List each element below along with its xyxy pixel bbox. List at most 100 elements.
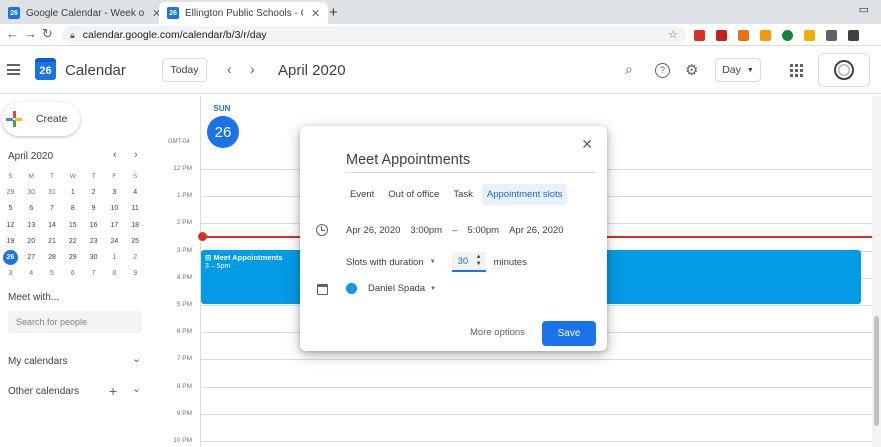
calendar-owner-dropdown[interactable]: Daniel Spada ▼ bbox=[346, 283, 436, 294]
hour-label: 5 PM bbox=[176, 301, 192, 308]
mini-day-cell[interactable]: 17 bbox=[104, 222, 125, 229]
mini-day-cell[interactable]: 29 bbox=[0, 189, 21, 196]
mini-day-cell[interactable]: 27 bbox=[21, 254, 42, 261]
previous-period-icon[interactable]: ‹ bbox=[227, 61, 232, 77]
mini-day-cell[interactable]: 11 bbox=[125, 205, 146, 212]
duration-stepper[interactable]: 30 ▲ ▼ bbox=[451, 252, 486, 272]
extension-icon[interactable] bbox=[826, 30, 837, 41]
mini-prev-month-icon[interactable]: ‹ bbox=[113, 149, 117, 161]
extension-icon[interactable] bbox=[848, 30, 859, 41]
mini-day-cell[interactable]: 1 bbox=[62, 189, 83, 196]
end-date[interactable]: Apr 26, 2020 bbox=[509, 225, 563, 236]
mini-day-cell[interactable]: 21 bbox=[42, 238, 63, 245]
mini-day-cell[interactable]: 10 bbox=[104, 205, 125, 212]
scrollbar-thumb[interactable] bbox=[874, 316, 879, 426]
expand-chevron-icon[interactable]: ⌄ bbox=[132, 382, 141, 395]
settings-gear-icon[interactable]: ⚙ bbox=[685, 61, 698, 79]
mini-next-month-icon[interactable]: › bbox=[134, 149, 138, 161]
mini-day-cell[interactable]: 14 bbox=[42, 222, 63, 229]
main-menu-icon[interactable] bbox=[7, 64, 20, 75]
add-calendar-icon[interactable]: + bbox=[109, 383, 117, 399]
extension-icon[interactable] bbox=[694, 30, 705, 41]
mini-day-cell[interactable]: 23 bbox=[83, 238, 104, 245]
tab-out-of-office[interactable]: Out of office bbox=[383, 184, 444, 205]
extension-icon[interactable] bbox=[738, 30, 749, 41]
slot-mode-dropdown[interactable]: Slots with duration ▼ bbox=[346, 257, 436, 268]
account-avatar[interactable] bbox=[818, 53, 870, 87]
mini-day-cell[interactable]: 3 bbox=[104, 189, 125, 196]
search-people-input[interactable]: Search for people bbox=[8, 311, 142, 333]
mini-day-cell[interactable]: 30 bbox=[83, 254, 104, 261]
mini-day-cell[interactable]: 13 bbox=[21, 222, 42, 229]
today-button[interactable]: Today bbox=[162, 58, 207, 82]
mini-day-cell[interactable]: 20 bbox=[21, 238, 42, 245]
reload-icon[interactable]: ↻ bbox=[42, 26, 53, 42]
extension-icon[interactable] bbox=[760, 30, 771, 41]
tab-event[interactable]: Event bbox=[345, 184, 379, 205]
mini-day-cell[interactable]: 7 bbox=[42, 205, 63, 212]
mini-day-cell[interactable]: 18 bbox=[125, 222, 146, 229]
mini-day-cell[interactable]: 28 bbox=[42, 254, 63, 261]
next-period-icon[interactable]: › bbox=[250, 61, 255, 77]
tab-appointment-slots[interactable]: Appointment slots bbox=[481, 184, 568, 205]
mini-day-cell[interactable]: 31 bbox=[42, 189, 63, 196]
stepper-arrows-icon[interactable]: ▲ ▼ bbox=[476, 254, 482, 268]
new-tab-icon[interactable]: + bbox=[329, 4, 338, 21]
tab-task[interactable]: Task bbox=[448, 184, 478, 205]
mini-day-cell[interactable]: 7 bbox=[83, 270, 104, 277]
mini-day-cell[interactable]: 4 bbox=[125, 189, 146, 196]
mini-day-cell[interactable]: 12 bbox=[0, 222, 21, 229]
url-field[interactable]: 🔒︎ calendar.google.com/calendar/b/3/r/da… bbox=[62, 26, 686, 44]
more-options-button[interactable]: More options bbox=[470, 327, 525, 338]
bookmark-star-icon[interactable]: ☆ bbox=[668, 28, 678, 41]
end-time[interactable]: 5:00pm bbox=[467, 225, 499, 236]
mini-day-cell[interactable]: 5 bbox=[0, 205, 21, 212]
mini-day-cell[interactable]: 8 bbox=[62, 205, 83, 212]
mini-day-cell[interactable]: 6 bbox=[21, 205, 42, 212]
my-calendars-heading[interactable]: My calendars bbox=[8, 356, 67, 367]
browser-tab-google-calendar[interactable]: 26 Google Calendar - Week of April ✕ bbox=[0, 2, 169, 24]
extension-icon[interactable] bbox=[782, 30, 793, 41]
help-icon[interactable]: ? bbox=[655, 63, 670, 78]
mini-day-cell[interactable]: 2 bbox=[125, 254, 146, 261]
mini-day-cell[interactable]: 8 bbox=[104, 270, 125, 277]
view-switcher-button[interactable]: Day ▼ bbox=[715, 58, 761, 82]
mini-day-cell[interactable]: 25 bbox=[125, 238, 146, 245]
event-title-input[interactable]: Meet Appointments bbox=[346, 152, 596, 173]
start-date[interactable]: Apr 26, 2020 bbox=[346, 225, 400, 236]
mini-day-cell[interactable]: 9 bbox=[125, 270, 146, 277]
mini-day-cell-selected[interactable]: 26 bbox=[0, 250, 21, 266]
back-arrow-icon[interactable]: ← bbox=[6, 26, 19, 41]
minimize-window-icon[interactable]: ▭ bbox=[859, 3, 869, 16]
mini-day-cell[interactable]: 30 bbox=[21, 189, 42, 196]
day-number[interactable]: 26 bbox=[207, 116, 239, 148]
close-tab-icon[interactable]: ✕ bbox=[311, 7, 320, 20]
mini-day-cell[interactable]: 19 bbox=[0, 238, 21, 245]
mini-day-cell[interactable]: 29 bbox=[62, 254, 83, 261]
google-apps-icon[interactable] bbox=[790, 64, 803, 77]
mini-day-cell[interactable]: 15 bbox=[62, 222, 83, 229]
mini-day-cell[interactable]: 9 bbox=[83, 205, 104, 212]
browser-tab-ellington[interactable]: 26 Ellington Public Schools - Calendar ✕ bbox=[159, 2, 329, 24]
mini-day-cell[interactable]: 24 bbox=[104, 238, 125, 245]
mini-day-cell[interactable]: 4 bbox=[21, 270, 42, 277]
forward-arrow-icon[interactable]: → bbox=[24, 26, 37, 41]
mini-day-cell[interactable]: 6 bbox=[62, 270, 83, 277]
save-button[interactable]: Save bbox=[542, 321, 596, 346]
extension-icon[interactable] bbox=[804, 30, 815, 41]
mini-day-cell[interactable]: 3 bbox=[0, 270, 21, 277]
tab-title: Ellington Public Schools - Calendar bbox=[185, 7, 303, 19]
expand-chevron-icon[interactable]: ⌄ bbox=[132, 352, 141, 365]
mini-day-cell[interactable]: 2 bbox=[83, 189, 104, 196]
mini-day-cell[interactable]: 22 bbox=[62, 238, 83, 245]
close-icon[interactable]: ✕ bbox=[581, 136, 593, 153]
start-time[interactable]: 3:00pm bbox=[410, 225, 442, 236]
mini-day-cell[interactable]: 1 bbox=[104, 254, 125, 261]
mini-day-cell[interactable]: 16 bbox=[83, 222, 104, 229]
other-calendars-heading[interactable]: Other calendars bbox=[8, 386, 79, 397]
search-icon[interactable]: ⌕ bbox=[625, 61, 633, 78]
extension-icon[interactable] bbox=[716, 30, 727, 41]
create-button[interactable]: Create bbox=[2, 102, 80, 136]
grid-scrollbar[interactable] bbox=[872, 96, 881, 447]
mini-day-cell[interactable]: 5 bbox=[42, 270, 63, 277]
